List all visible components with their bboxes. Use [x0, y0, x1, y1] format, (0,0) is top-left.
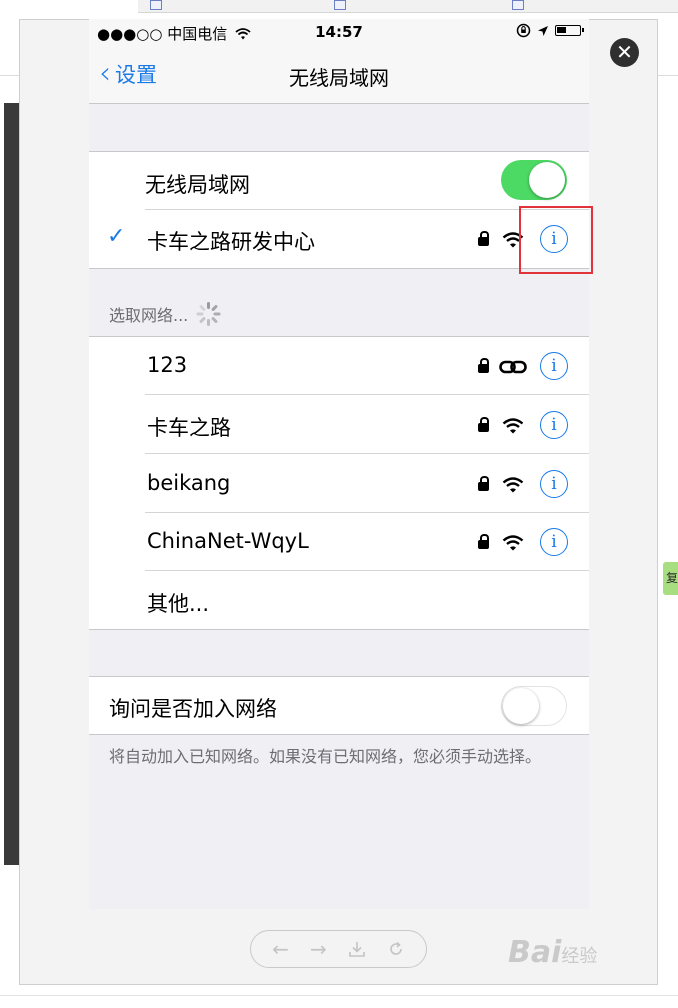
viewer-toolbar: ← →	[250, 930, 427, 968]
lock-icon	[478, 534, 489, 549]
wifi-section: 无线局域网 ✓ 卡车之路研发中心 i	[89, 151, 589, 269]
wifi-toggle-switch[interactable]	[501, 160, 567, 200]
connected-network-name: 卡车之路研发中心	[147, 230, 315, 254]
close-icon[interactable]: ✕	[610, 38, 639, 67]
lock-icon	[478, 476, 489, 491]
other-network-label: 其他...	[147, 592, 210, 616]
network-name: ChinaNet-WqyL	[147, 529, 309, 553]
network-name: 123	[147, 353, 188, 377]
networks-section-header: 选取网络...	[109, 302, 221, 326]
page-title: 无线局域网	[289, 66, 389, 90]
lock-icon	[478, 417, 489, 432]
rotation-lock-icon	[516, 23, 531, 38]
side-tab-label: 复	[665, 571, 678, 585]
wifi-signal-icon	[502, 477, 524, 493]
network-name: beikang	[147, 471, 231, 495]
connected-network-row[interactable]: ✓ 卡车之路研发中心 i	[89, 210, 589, 268]
network-row[interactable]: 123 i	[89, 337, 589, 395]
wifi-signal-icon	[502, 535, 524, 551]
location-arrow-icon	[538, 25, 548, 36]
lock-icon	[478, 231, 489, 246]
navigation-bar: ●●●○○ 中国电信 14:57 ‹ 设置 无线局域网	[89, 19, 589, 104]
network-name: 卡车之路	[147, 416, 231, 440]
refresh-icon[interactable]	[387, 940, 405, 958]
info-icon[interactable]: i	[540, 470, 568, 498]
network-row[interactable]: beikang i	[89, 455, 589, 513]
wifi-signal-icon	[502, 418, 524, 434]
network-row[interactable]: 卡车之路 i	[89, 396, 589, 454]
wifi-toggle-row: 无线局域网	[89, 152, 589, 210]
background-divider	[0, 995, 678, 996]
loading-spinner-icon	[196, 302, 221, 326]
network-row[interactable]: ChinaNet-WqyL i	[89, 513, 589, 571]
status-indicators	[516, 23, 584, 38]
background-tab-icon	[334, 0, 346, 10]
lock-icon	[478, 358, 489, 373]
checkmark-icon: ✓	[107, 224, 126, 249]
forward-arrow-icon[interactable]: →	[310, 937, 327, 961]
ask-join-description: 将自动加入已知网络。如果没有已知网络，您必须手动选择。	[109, 747, 542, 766]
background-tab-icon	[512, 0, 524, 10]
back-arrow-icon[interactable]: ←	[272, 937, 289, 961]
networks-list: 123 i 卡车之路 i beikang i ChinaNet-WqyL i 其…	[89, 336, 589, 630]
baidu-watermark: Bai经验	[508, 935, 598, 970]
battery-icon	[555, 25, 584, 36]
ask-join-row: 询问是否加入网络	[89, 677, 589, 735]
highlight-box	[519, 206, 593, 274]
background-topbar	[138, 0, 678, 13]
chain-link-icon	[499, 360, 527, 374]
background-tab-icon	[150, 0, 162, 10]
info-icon[interactable]: i	[540, 528, 568, 556]
other-network-row[interactable]: 其他...	[89, 572, 589, 630]
ask-join-toggle-switch[interactable]	[501, 686, 567, 726]
info-icon[interactable]: i	[540, 411, 568, 439]
wifi-toggle-label: 无线局域网	[145, 173, 250, 197]
ask-join-section: 询问是否加入网络	[89, 676, 589, 735]
background-side-tab[interactable]: 复	[663, 562, 678, 595]
status-time: 14:57	[315, 23, 363, 41]
info-icon[interactable]: i	[540, 352, 568, 380]
status-bar: ●●●○○ 中国电信 14:57	[89, 19, 589, 45]
download-icon[interactable]	[348, 940, 366, 958]
ask-join-label: 询问是否加入网络	[109, 697, 277, 721]
ios-wifi-settings-screen: ●●●○○ 中国电信 14:57 ‹ 设置 无线局域网 无线局域网 ✓ 卡车之路…	[89, 19, 589, 909]
